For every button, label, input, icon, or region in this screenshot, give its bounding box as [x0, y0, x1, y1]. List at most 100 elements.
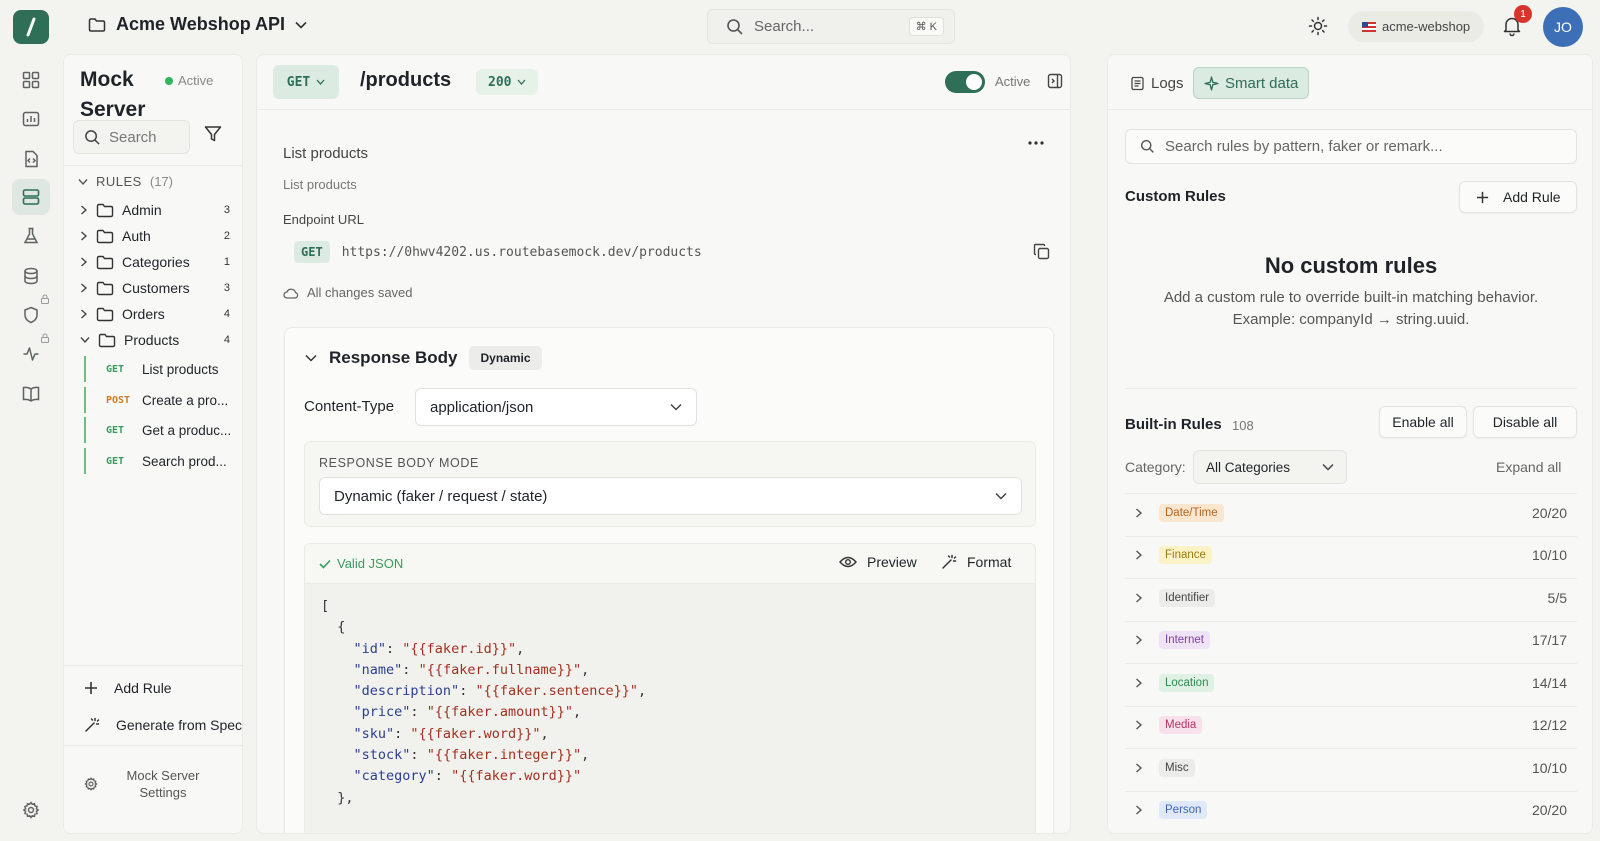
endpoint-url-row: GET https://0hwv4202.us.routebasemock.de…	[294, 241, 702, 263]
tab-smart-data[interactable]: Smart data	[1193, 67, 1310, 99]
theme-toggle-button[interactable]	[1308, 16, 1328, 36]
method-select[interactable]: GET	[273, 65, 339, 99]
top-bar: Acme Webshop API Search... ⌘ K acme-webs…	[0, 0, 1600, 53]
category-row[interactable]: Date/Time 20/20	[1125, 493, 1577, 531]
more-options-button[interactable]	[1028, 141, 1044, 145]
add-rule-button[interactable]: Add Rule	[84, 680, 172, 696]
database-icon[interactable]	[19, 264, 43, 288]
category-row[interactable]: Finance 10/10	[1125, 535, 1577, 574]
category-row[interactable]: Person 20/20	[1125, 790, 1577, 829]
workspace-badge[interactable]: acme-webshop	[1348, 11, 1485, 42]
plus-icon	[85, 682, 97, 694]
mock-server-settings-label: Mock Server Settings	[126, 768, 200, 800]
folder-categories[interactable]: Categories 1	[80, 249, 230, 275]
json-editor[interactable]: Valid JSON Preview Format [ { "id": "{{f…	[304, 543, 1036, 833]
endpoint-editor-panel: GET /products 200 Active List products L…	[256, 54, 1071, 834]
preview-button[interactable]: Preview	[839, 554, 917, 570]
disable-all-button[interactable]: Disable all	[1473, 406, 1577, 438]
status-code-select[interactable]: 200	[476, 69, 539, 95]
category-row[interactable]: Misc 10/10	[1125, 748, 1577, 786]
json-code[interactable]: [ { "id": "{{faker.id}}", "name": "{{fak…	[321, 596, 646, 809]
add-rule-label: Add Rule	[114, 680, 172, 696]
endpoint-description[interactable]: List products	[283, 177, 357, 192]
response-body-mode-select[interactable]: Dynamic (faker / request / state)	[319, 477, 1022, 515]
folder-icon	[98, 333, 116, 347]
activity-icon[interactable]	[19, 342, 43, 366]
chevron-right-icon	[81, 309, 88, 319]
tab-logs[interactable]: Logs	[1120, 67, 1194, 99]
tab-smart-data-label: Smart data	[1225, 74, 1299, 92]
folder-name: Categories	[122, 254, 190, 270]
expand-all-button[interactable]: Expand all	[1496, 459, 1561, 475]
category-badge: Person	[1159, 801, 1208, 819]
endpoint-item[interactable]: GET Search prod...	[84, 448, 234, 474]
folder-name: Products	[124, 332, 180, 348]
code-value: "{{faker.fullname}}"	[418, 661, 582, 678]
format-button[interactable]: Format	[941, 554, 1011, 570]
user-avatar[interactable]: JO	[1543, 7, 1583, 47]
response-body-mode-badge: Dynamic	[469, 346, 542, 370]
category-count: 5/5	[1547, 589, 1567, 606]
add-custom-rule-label: Add Rule	[1503, 189, 1561, 205]
rules-header[interactable]: RULES (17)	[78, 174, 173, 189]
chevron-down-icon	[995, 492, 1007, 500]
code-value: "{{faker.sentence}}"	[475, 683, 639, 700]
copy-url-button[interactable]	[1033, 243, 1050, 260]
category-select[interactable]: All Categories	[1193, 450, 1347, 484]
folder-count: 4	[223, 334, 230, 346]
logs-icon	[1131, 76, 1144, 90]
dashboard-icon[interactable]	[19, 68, 43, 92]
app-logo[interactable]	[13, 10, 49, 44]
category-count: 20/20	[1531, 802, 1567, 818]
status-dot	[165, 76, 173, 85]
chevron-right-icon	[81, 257, 88, 267]
folder-orders[interactable]: Orders 4	[80, 301, 230, 327]
mock-server-icon[interactable]	[12, 179, 50, 215]
folder-products[interactable]: Products 4	[80, 327, 230, 353]
tree-search-input[interactable]: Search	[73, 120, 190, 154]
endpoint-item[interactable]: GET Get a produc...	[84, 417, 234, 443]
mock-server-status[interactable]: Active	[165, 73, 213, 88]
project-switcher[interactable]: Acme Webshop API	[88, 14, 307, 35]
toggle-side-panel-button[interactable]	[1047, 73, 1063, 89]
endpoint-item[interactable]: POST Create a pro...	[84, 387, 234, 413]
flask-icon[interactable]	[19, 224, 43, 248]
chevron-down-icon	[670, 403, 682, 411]
enable-all-button[interactable]: Enable all	[1379, 406, 1467, 438]
generate-from-spec-button[interactable]: Generate from Spec	[84, 717, 242, 733]
endpoint-item[interactable]: GET List products	[84, 356, 234, 382]
category-row[interactable]: Media 12/12	[1125, 705, 1577, 744]
chevron-right-icon	[1136, 677, 1143, 688]
active-toggle[interactable]	[945, 71, 985, 93]
shield-icon[interactable]	[19, 303, 43, 327]
settings-icon[interactable]	[19, 798, 43, 822]
folder-customers[interactable]: Customers 3	[80, 275, 230, 301]
response-body-header[interactable]: Response Body Dynamic	[305, 346, 542, 370]
response-body-mode-label: RESPONSE BODY MODE	[319, 456, 479, 470]
code-file-icon[interactable]	[19, 147, 43, 171]
endpoint-name: List products	[142, 361, 219, 377]
endpoint-path[interactable]: /products	[360, 69, 451, 92]
search-icon	[85, 129, 100, 145]
folder-admin[interactable]: Admin 3	[80, 197, 230, 223]
filter-button[interactable]	[204, 125, 222, 143]
divider	[64, 165, 242, 166]
global-search[interactable]: Search... ⌘ K	[707, 9, 955, 44]
folder-auth[interactable]: Auth 2	[80, 223, 230, 249]
add-custom-rule-button[interactable]: Add Rule	[1459, 181, 1577, 213]
category-count: 20/20	[1531, 504, 1567, 521]
folder-name: Auth	[122, 228, 151, 244]
book-icon[interactable]	[19, 382, 43, 406]
divider	[257, 109, 1070, 110]
mock-server-settings-button[interactable]: Mock Server Settings	[84, 767, 208, 801]
category-row[interactable]: Location 14/14	[1125, 663, 1577, 701]
category-row[interactable]: Identifier 5/5	[1125, 578, 1577, 616]
content-type-select[interactable]: application/json	[415, 388, 697, 426]
chevron-down-icon	[80, 337, 90, 344]
rule-search-input[interactable]: Search rules by pattern, faker or remark…	[1125, 129, 1577, 164]
analytics-icon[interactable]	[19, 107, 43, 131]
active-label: Active	[995, 74, 1031, 89]
category-row[interactable]: Internet 17/17	[1125, 620, 1577, 659]
empty-state-title: No custom rules	[1264, 253, 1438, 278]
endpoint-title[interactable]: List products	[283, 145, 368, 162]
